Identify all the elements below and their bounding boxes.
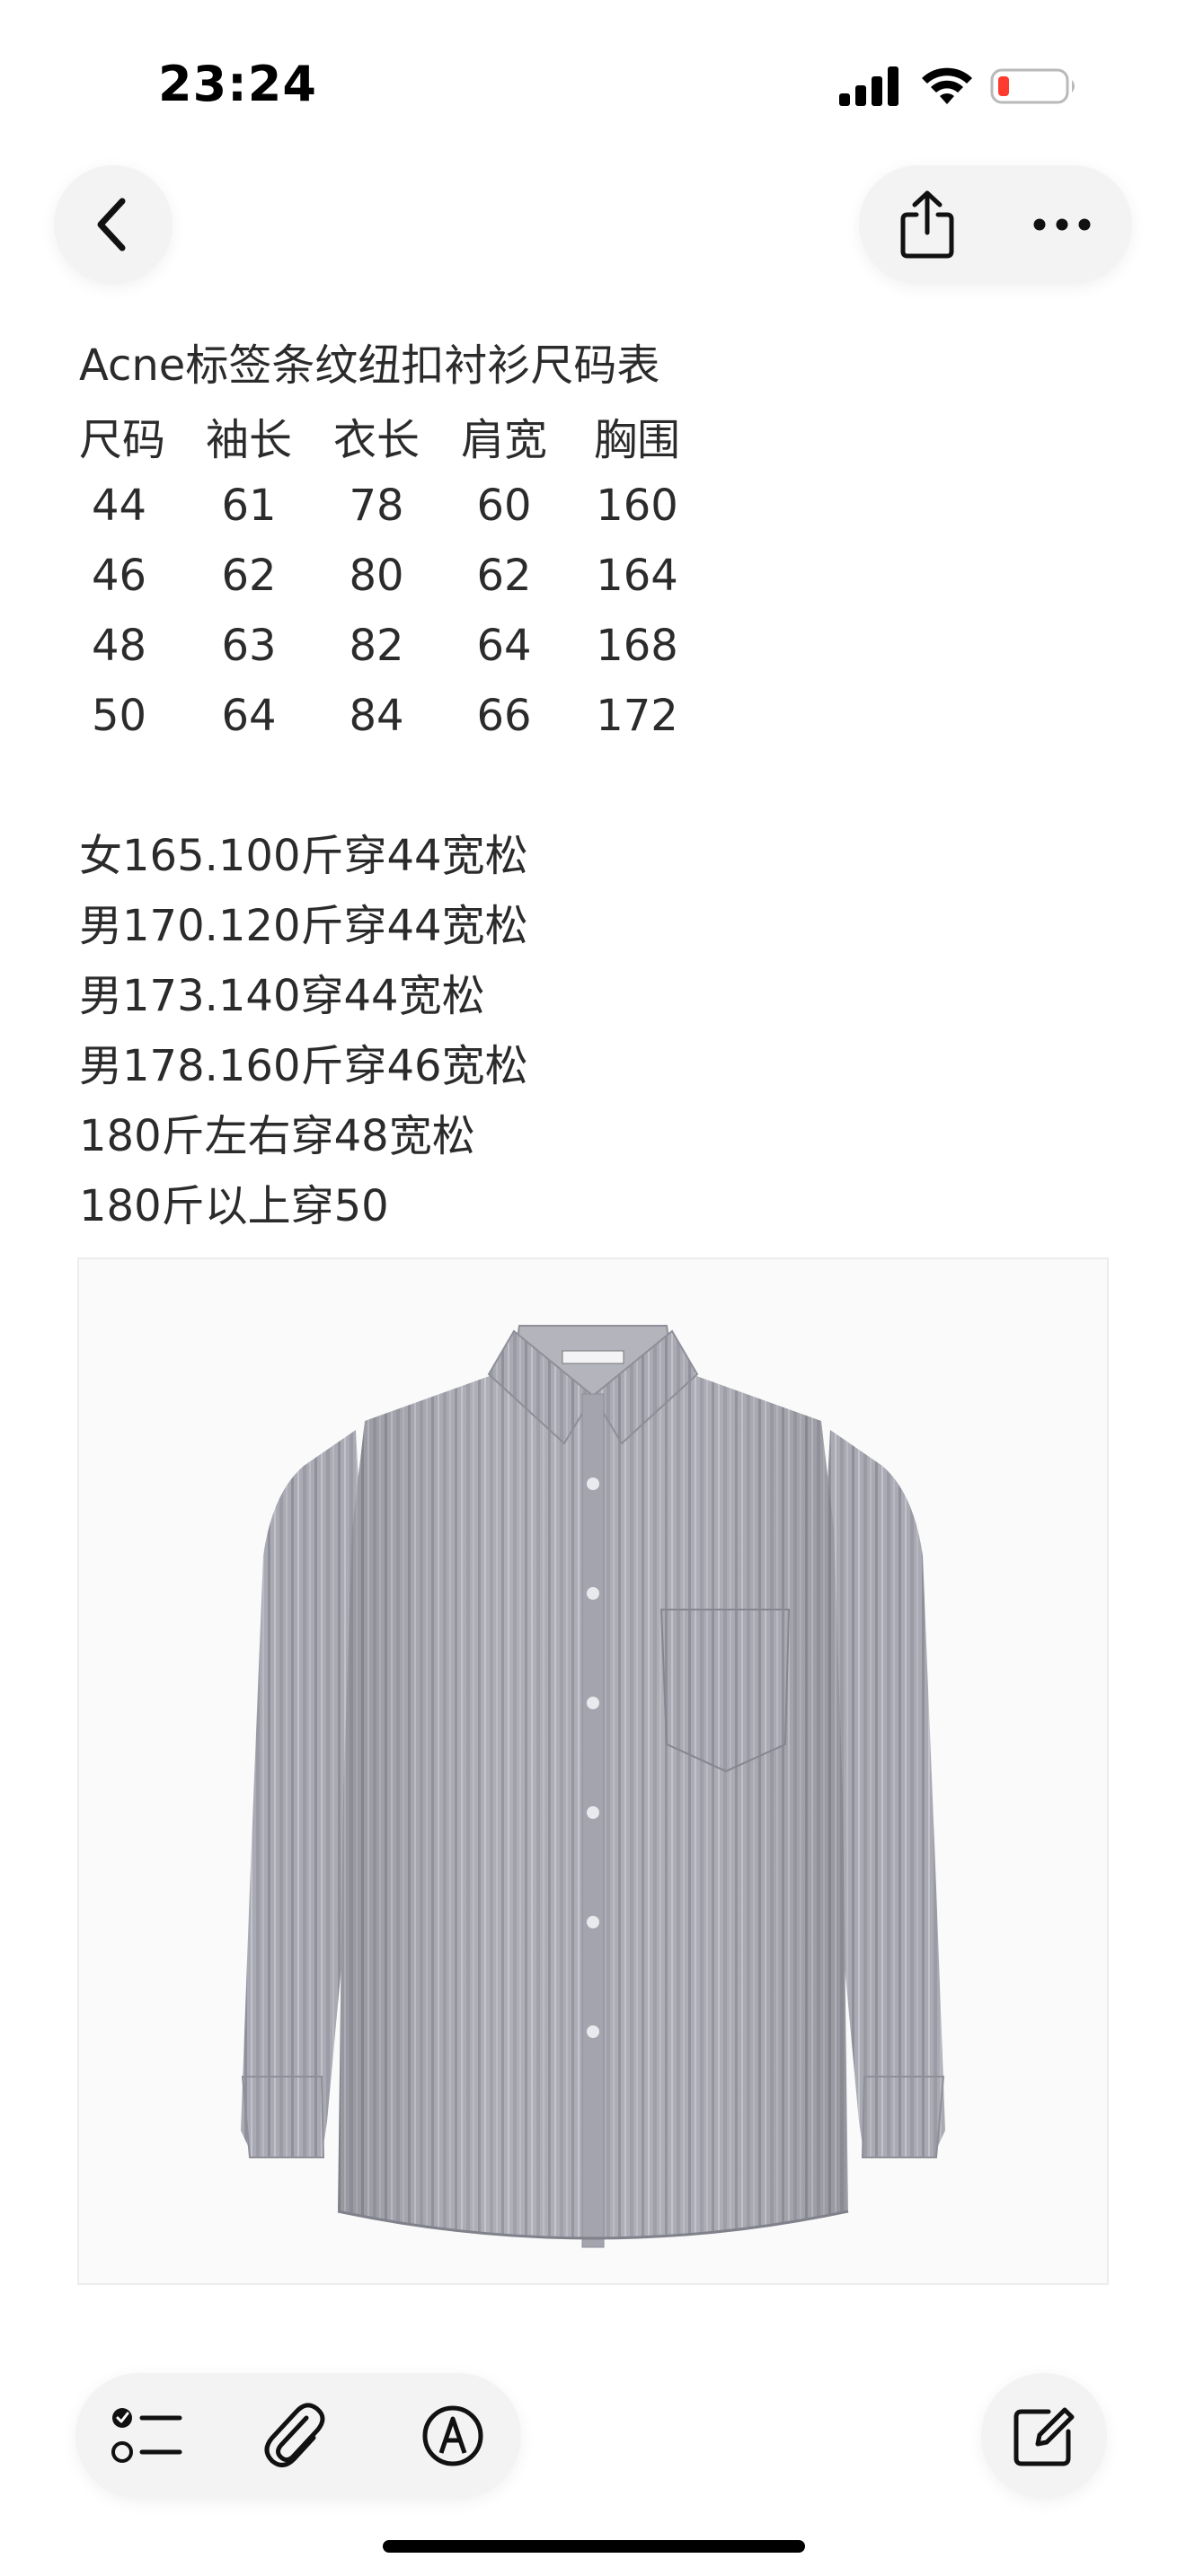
checklist-button[interactable] [104,2393,190,2479]
compose-icon [1013,2407,1075,2466]
table-cell: 61 [221,481,277,531]
attachment-button[interactable] [252,2393,338,2479]
table-cell: 48 [92,621,147,671]
paperclip-icon [264,2403,325,2467]
ellipsis-icon [1033,218,1091,231]
recommendation-line: 180斤左右穿48宽松 [79,1111,475,1161]
table-cell: 80 [349,551,404,601]
note-body[interactable]: Acne标签条纹纽扣衬衫尺码表 尺码 袖长 衣长 肩宽 胸围 44 61 78 … [79,331,1112,1241]
table-header-cell: 衣长 [332,415,420,465]
striped-shirt-image [241,1325,945,2248]
table-header-cell: 尺码 [79,415,166,465]
battery-low-icon [990,68,1075,104]
table-header-cell: 肩宽 [460,415,547,465]
compose-button[interactable] [981,2373,1107,2499]
table-cell: 62 [476,551,532,601]
more-button[interactable] [1010,181,1114,268]
table-cell: 78 [349,481,404,531]
size-chart-table: 尺码 袖长 衣长 肩宽 胸围 44 61 78 60 160 46 62 80 … [79,401,703,751]
share-icon [900,190,954,259]
table-cell: 62 [221,551,277,601]
back-button[interactable] [54,165,173,284]
recommendation-line: 180斤以上穿50 [79,1181,389,1231]
bottom-toolbar [75,2373,521,2499]
table-cell: 64 [476,621,532,671]
table-row: 50 64 84 66 172 [79,681,703,751]
table-row: 46 62 80 62 164 [79,541,703,611]
table-row: 48 63 82 64 168 [79,611,703,681]
table-cell: 168 [596,621,678,671]
table-cell: 160 [596,481,678,531]
table-row: 44 61 78 60 160 [79,471,703,541]
table-cell: 46 [92,551,147,601]
table-cell: 82 [349,621,404,671]
share-button[interactable] [882,181,972,268]
status-bar: 23:24 [0,0,1186,171]
recommendation-line: 男178.160斤穿46宽松 [79,1041,528,1091]
table-header-row: 尺码 袖长 衣长 肩宽 胸围 [79,401,703,471]
table-cell: 64 [221,691,277,741]
note-actions-group [859,165,1132,284]
table-cell: 164 [596,551,678,601]
table-cell: 172 [596,691,678,741]
recommendation-line: 女165.100斤穿44宽松 [79,831,528,881]
table-cell: 44 [92,481,147,531]
recommendation-line: 男173.140穿44宽松 [79,971,485,1021]
note-title: Acne标签条纹纽扣衬衫尺码表 [79,340,660,391]
chevron-left-icon [97,198,126,251]
table-header-cell: 袖长 [205,415,292,465]
table-cell: 50 [92,691,147,741]
table-cell: 66 [476,691,532,741]
checklist-icon [111,2408,182,2463]
cellular-signal-icon [839,66,898,106]
table-cell: 60 [476,481,532,531]
table-cell: 63 [221,621,277,671]
recommendation-line: 男170.120斤穿44宽松 [79,901,528,951]
table-header-cell: 胸围 [593,415,680,465]
table-cell: 84 [349,691,404,741]
wifi-icon [922,67,972,104]
product-image-attachment[interactable] [77,1257,1109,2285]
markup-button[interactable] [410,2393,496,2479]
markup-pen-icon [422,2405,483,2466]
home-indicator[interactable] [383,2540,805,2553]
status-time: 23:24 [158,56,317,112]
